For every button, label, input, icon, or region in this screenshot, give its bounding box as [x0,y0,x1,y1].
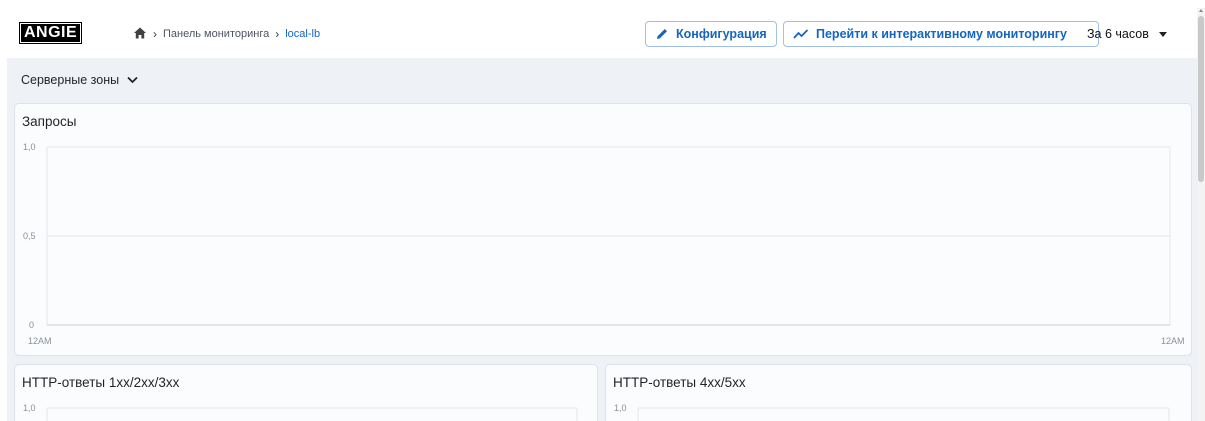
http-1xx-3xx-chart: 1,0 [23,403,578,421]
requests-chart: 1,0 0,5 0 12AM 12AM [23,142,1185,346]
home-icon[interactable] [133,26,147,43]
breadcrumb-current[interactable]: local-lb [285,28,320,40]
app-frame: ANGIE › Панель мониторинга › local-lb Ко… [7,8,1197,421]
breadcrumb-separator-icon: › [275,27,280,41]
server-zones-label: Серверные зоны [21,73,120,87]
time-range-value: За 6 часов [1087,27,1149,41]
chevron-down-icon [127,76,138,84]
x-tick-label: 12AM [28,336,52,346]
http-1xx-3xx-chart-card: HTTP-ответы 1xx/2xx/3xx 1,0 [14,364,598,421]
trend-line-icon [793,29,809,39]
angie-logo[interactable]: ANGIE [18,22,83,44]
http-4xx-5xx-chart: 1,0 [614,403,1170,421]
y-tick-label: 1,0 [23,142,36,152]
http-4xx-5xx-chart-card: HTTP-ответы 4xx/5xx 1,0 [605,364,1192,421]
y-tick-label: 1,0 [614,403,627,413]
configuration-button-label: Конфигурация [676,27,767,41]
interactive-monitoring-button-label: Перейти к интерактивному мониторингу [816,27,1067,41]
breadcrumb: › Панель мониторинга › local-lb [133,25,320,43]
pencil-icon [657,29,667,39]
server-zones-dropdown[interactable]: Серверные зоны [21,73,138,87]
top-bar: ANGIE › Панель мониторинга › local-lb Ко… [7,8,1197,58]
vertical-scrollbar[interactable] [1197,8,1205,421]
breadcrumb-separator-icon: › [153,27,157,41]
x-tick-label: 12AM [1161,336,1185,346]
interactive-monitoring-button[interactable]: Перейти к интерактивному мониторингу [783,21,1099,47]
y-tick-label: 1,0 [23,403,36,413]
y-tick-label: 0,5 [23,231,36,241]
scrollbar-thumb[interactable] [1198,16,1204,182]
requests-chart-card: Запросы 1,0 0,5 0 12AM 12AM [14,103,1192,356]
configuration-button[interactable]: Конфигурация [645,21,777,47]
scroll-up-icon[interactable] [1199,9,1203,12]
breadcrumb-dashboard[interactable]: Панель мониторинга [163,28,269,40]
time-range-select[interactable]: За 6 часов [1087,27,1167,41]
y-tick-label: 0 [29,320,34,330]
caret-down-icon [1158,31,1167,37]
